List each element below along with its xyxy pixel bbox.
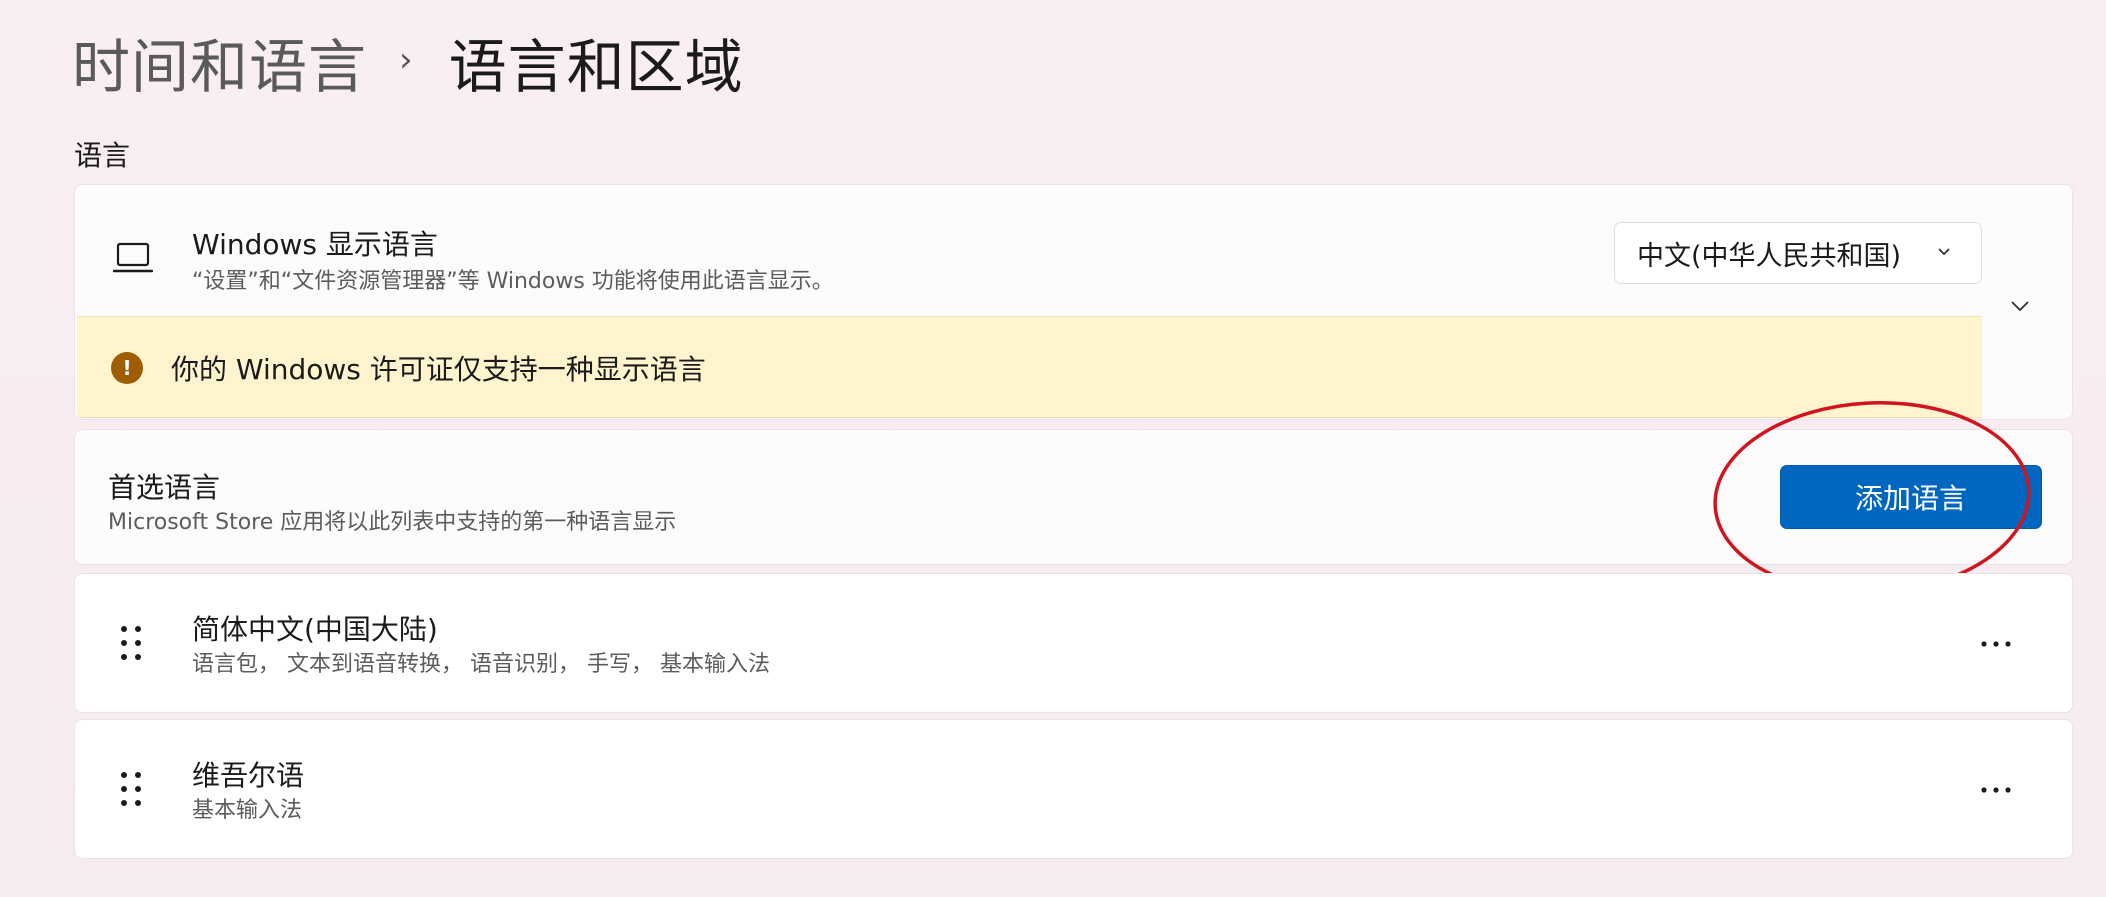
- display-language-title: Windows 显示语言: [192, 228, 438, 261]
- more-options-icon[interactable]: [1976, 629, 2016, 659]
- display-language-select[interactable]: 中文(中华人民共和国): [1614, 222, 1982, 284]
- display-language-selected-value: 中文(中华人民共和国): [1637, 240, 1902, 272]
- preferred-languages-card: 首选语言 Microsoft Store 应用将以此列表中支持的第一种语言显示 …: [74, 429, 2073, 565]
- breadcrumb-parent[interactable]: 时间和语言: [72, 20, 367, 104]
- section-title-language: 语言: [74, 139, 131, 172]
- language-features: 基本输入法: [192, 798, 303, 823]
- expand-chevron-icon[interactable]: [2009, 295, 2031, 317]
- more-options-icon[interactable]: [1976, 775, 2016, 805]
- language-name: 维吾尔语: [192, 759, 305, 792]
- page-title: 语言和区域: [448, 33, 744, 101]
- add-language-button[interactable]: 添加语言: [1780, 465, 2042, 529]
- language-row: 简体中文(中国大陆) 语言包， 文本到语音转换， 语音识别， 手写， 基本输入法: [74, 573, 2073, 713]
- language-features: 语言包， 文本到语音转换， 语音识别， 手写， 基本输入法: [192, 652, 770, 677]
- warning-icon: !: [111, 352, 143, 384]
- drag-handle-icon[interactable]: [119, 624, 143, 662]
- display-language-description: “设置”和“文件资源管理器”等 Windows 功能将使用此语言显示。: [192, 269, 834, 294]
- breadcrumb: 时间和语言 › 语言和区域: [72, 22, 744, 102]
- license-warning-text: 你的 Windows 许可证仅支持一种显示语言: [171, 353, 706, 386]
- display-language-card: Windows 显示语言 “设置”和“文件资源管理器”等 Windows 功能将…: [74, 184, 2073, 420]
- preferred-languages-description: Microsoft Store 应用将以此列表中支持的第一种语言显示: [108, 510, 677, 535]
- preferred-languages-title: 首选语言: [108, 471, 221, 504]
- breadcrumb-separator: ›: [399, 40, 413, 80]
- language-name: 简体中文(中国大陆): [192, 613, 438, 646]
- drag-handle-icon[interactable]: [119, 770, 143, 808]
- laptop-icon: [113, 242, 153, 273]
- chevron-down-icon: [1938, 248, 1950, 256]
- language-row: 维吾尔语 基本输入法: [74, 719, 2073, 859]
- license-warning-bar: ! 你的 Windows 许可证仅支持一种显示语言: [77, 316, 1982, 418]
